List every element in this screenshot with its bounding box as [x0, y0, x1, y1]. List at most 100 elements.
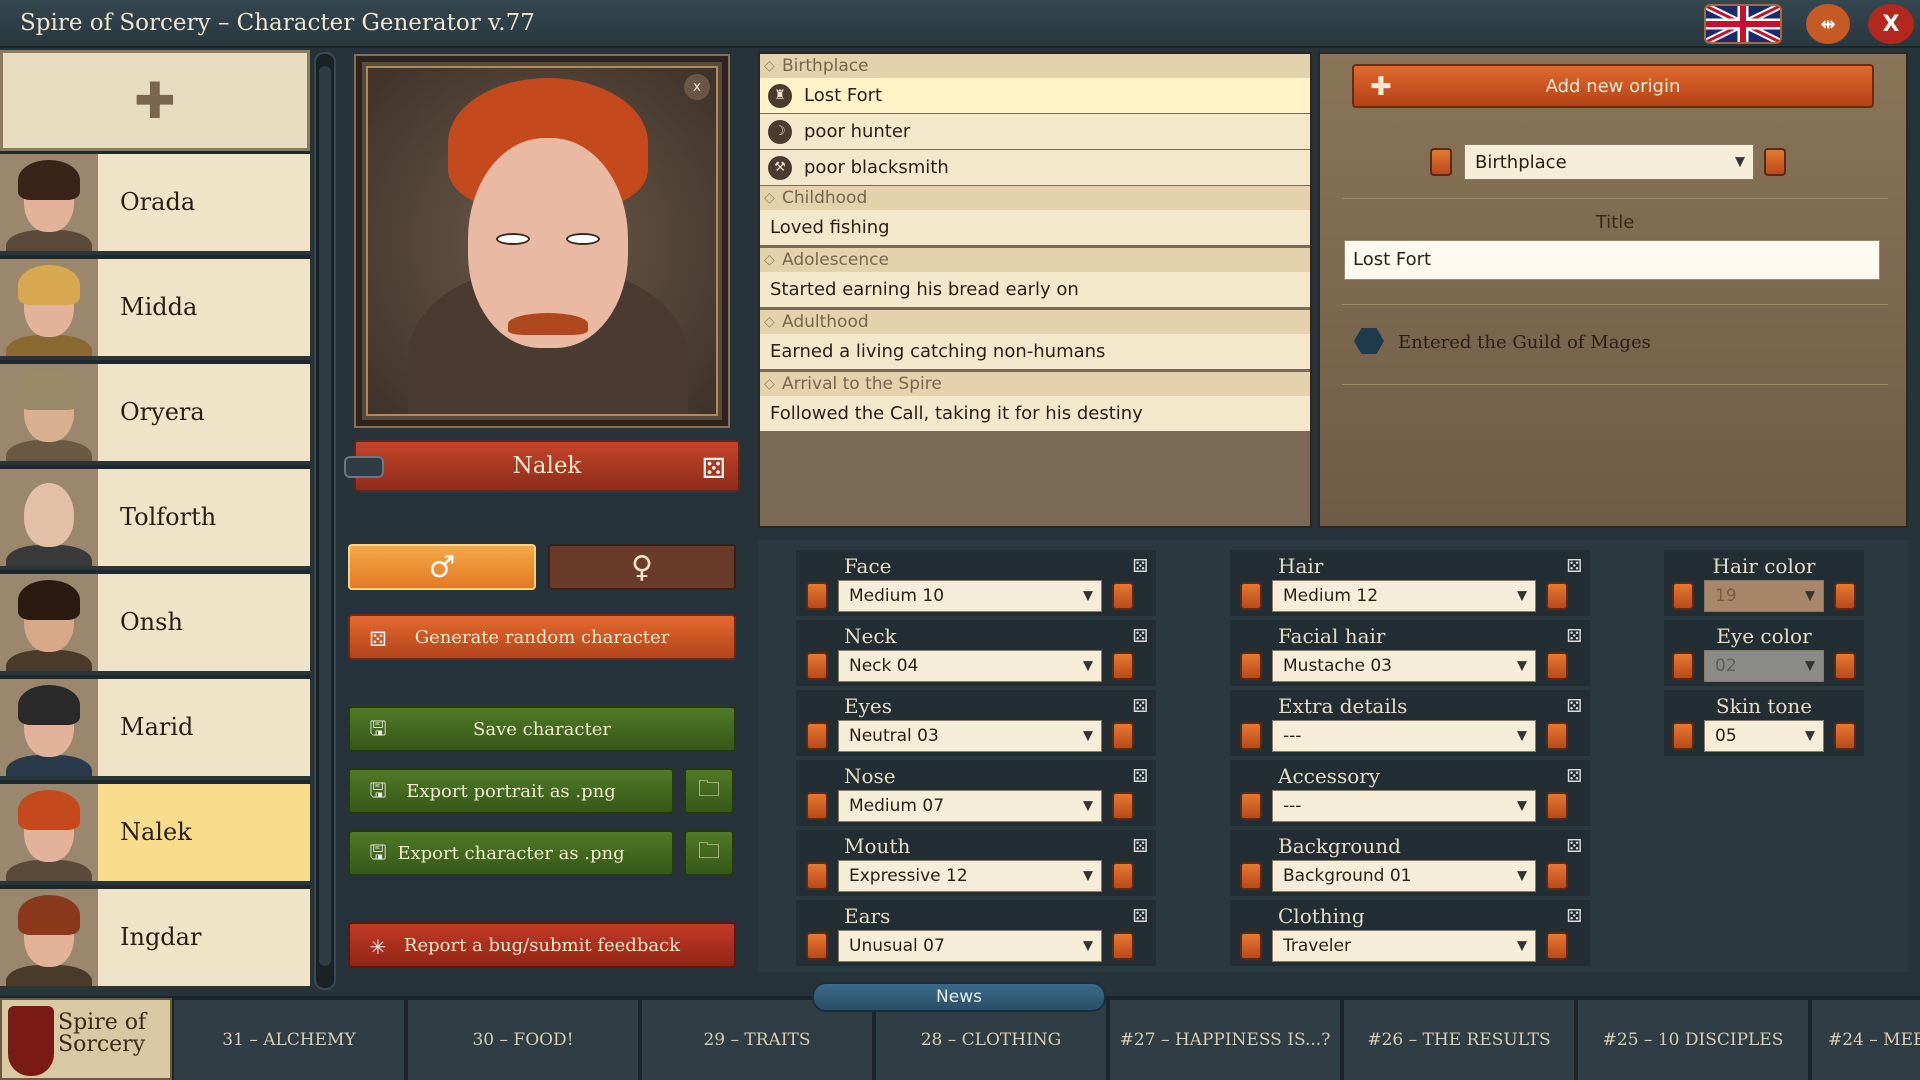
next-arrow[interactable]: [1112, 652, 1134, 680]
prev-arrow[interactable]: [1240, 932, 1262, 960]
dice-icon[interactable]: ⚄: [1566, 626, 1582, 647]
next-arrow[interactable]: [1112, 582, 1134, 610]
background-select[interactable]: Background 01 ▼: [1272, 860, 1536, 892]
next-arrow[interactable]: [1546, 582, 1568, 610]
character-item-marid[interactable]: Marid: [0, 679, 310, 780]
dice-icon[interactable]: ⚄: [1132, 626, 1148, 647]
category-next-arrow[interactable]: [1764, 148, 1786, 176]
nose-select[interactable]: Medium 07 ▼: [838, 790, 1102, 822]
export-character-button[interactable]: 🖫 Export character as .png: [348, 830, 674, 876]
prev-arrow[interactable]: [806, 792, 828, 820]
character-item-nalek[interactable]: Nalek: [0, 784, 310, 885]
report-bug-button[interactable]: ✳ Report a bug/submit feedback: [348, 922, 736, 968]
name-prev-icon[interactable]: [344, 456, 384, 478]
neck-select[interactable]: Neck 04 ▼: [838, 650, 1102, 682]
generate-random-button[interactable]: ⚄ Generate random character: [348, 614, 736, 660]
category-select[interactable]: Birthplace ▼: [1464, 144, 1754, 180]
next-arrow[interactable]: [1834, 652, 1856, 680]
category-prev-arrow[interactable]: [1430, 148, 1452, 176]
mouth-select[interactable]: Expressive 12 ▼: [838, 860, 1102, 892]
prev-arrow[interactable]: [1240, 862, 1262, 890]
ears-select[interactable]: Unusual 07 ▼: [838, 930, 1102, 962]
character-name-bar[interactable]: Nalek ⚄: [344, 440, 740, 492]
prev-arrow[interactable]: [1672, 582, 1694, 610]
eye-color-select[interactable]: 02 ▼: [1704, 650, 1824, 682]
origin-item-selected[interactable]: ♜ Lost Fort: [760, 78, 1310, 113]
clothing-select[interactable]: Traveler ▼: [1272, 930, 1536, 962]
character-item-orada[interactable]: Orada: [0, 154, 310, 255]
origin-item[interactable]: Followed the Call, taking it for his des…: [760, 396, 1310, 431]
dice-icon[interactable]: ⚄: [1566, 556, 1582, 577]
female-button[interactable]: ♀: [548, 544, 736, 590]
dice-icon[interactable]: ⚄: [1566, 906, 1582, 927]
skin-tone-select[interactable]: 05 ▼: [1704, 720, 1824, 752]
next-arrow[interactable]: [1834, 582, 1856, 610]
dice-icon[interactable]: ⚄: [1566, 836, 1582, 857]
dice-icon[interactable]: ⚄: [1132, 766, 1148, 787]
prev-arrow[interactable]: [1240, 582, 1262, 610]
character-list-scrollbar[interactable]: [314, 52, 336, 990]
character-item-oryera[interactable]: Oryera: [0, 364, 310, 465]
next-arrow[interactable]: [1112, 932, 1134, 960]
next-arrow[interactable]: [1546, 792, 1568, 820]
hair-select[interactable]: Medium 12 ▼: [1272, 580, 1536, 612]
dice-icon[interactable]: ⚄: [1566, 766, 1582, 787]
folder-icon-button[interactable]: 🗀: [684, 830, 734, 876]
portrait-close-button[interactable]: x: [684, 74, 710, 100]
next-arrow[interactable]: [1834, 722, 1856, 750]
game-logo[interactable]: Spire of Sorcery: [0, 998, 172, 1080]
prev-arrow[interactable]: [806, 862, 828, 890]
eyes-select[interactable]: Neutral 03 ▼: [838, 720, 1102, 752]
export-portrait-button[interactable]: 🖫 Export portrait as .png: [348, 768, 674, 814]
origin-item[interactable]: ☽ poor hunter: [760, 114, 1310, 149]
accessory-select[interactable]: --- ▼: [1272, 790, 1536, 822]
facial-hair-select[interactable]: Mustache 03 ▼: [1272, 650, 1536, 682]
character-item-onsh[interactable]: Onsh: [0, 574, 310, 675]
prev-arrow[interactable]: [1240, 652, 1262, 680]
next-arrow[interactable]: [1112, 862, 1134, 890]
guild-icon[interactable]: [1354, 328, 1384, 354]
next-arrow[interactable]: [1112, 722, 1134, 750]
news-item[interactable]: #24 – MEET: [1810, 1000, 1920, 1080]
prev-arrow[interactable]: [1672, 722, 1694, 750]
origin-item[interactable]: Started earning his bread early on: [760, 272, 1310, 307]
scrollbar-thumb[interactable]: [319, 66, 331, 966]
origin-item[interactable]: Loved fishing: [760, 210, 1310, 245]
add-character-button[interactable]: ✚: [0, 50, 310, 151]
prev-arrow[interactable]: [1240, 792, 1262, 820]
news-item[interactable]: 30 – FOOD!: [406, 1000, 638, 1080]
dice-icon[interactable]: ⚄: [1566, 696, 1582, 717]
next-arrow[interactable]: [1546, 932, 1568, 960]
origin-item[interactable]: ⚒ poor blacksmith: [760, 150, 1310, 185]
male-button[interactable]: ♂: [348, 544, 536, 590]
news-item[interactable]: 31 – ALCHEMY: [172, 1000, 404, 1080]
dice-icon[interactable]: ⚄: [1132, 836, 1148, 857]
next-arrow[interactable]: [1546, 862, 1568, 890]
dice-icon[interactable]: ⚄: [1132, 696, 1148, 717]
next-arrow[interactable]: [1112, 792, 1134, 820]
prev-arrow[interactable]: [806, 722, 828, 750]
swap-icon-button[interactable]: ⇹: [1806, 4, 1850, 44]
next-arrow[interactable]: [1546, 652, 1568, 680]
title-input[interactable]: Lost Fort: [1344, 240, 1880, 280]
dice-icon[interactable]: ⚄: [702, 452, 726, 485]
dice-icon[interactable]: ⚄: [1132, 906, 1148, 927]
add-origin-button[interactable]: ✚ Add new origin: [1352, 64, 1874, 108]
prev-arrow[interactable]: [806, 652, 828, 680]
close-button[interactable]: X: [1868, 4, 1914, 44]
character-item-tolforth[interactable]: Tolforth: [0, 469, 310, 570]
next-arrow[interactable]: [1546, 722, 1568, 750]
prev-arrow[interactable]: [1672, 652, 1694, 680]
dice-icon[interactable]: ⚄: [1132, 556, 1148, 577]
news-item[interactable]: #25 – 10 DISCIPLES: [1576, 1000, 1808, 1080]
news-item[interactable]: 29 – TRAITS: [640, 1000, 872, 1080]
news-item[interactable]: 28 – CLOTHING: [874, 1000, 1106, 1080]
language-flag-button[interactable]: [1704, 4, 1782, 44]
save-character-button[interactable]: 🖫 Save character: [348, 706, 736, 752]
folder-icon-button[interactable]: 🗀: [684, 768, 734, 814]
character-item-ingdar[interactable]: Ingdar: [0, 889, 310, 990]
news-item[interactable]: #26 – THE RESULTS: [1342, 1000, 1574, 1080]
prev-arrow[interactable]: [806, 582, 828, 610]
face-select[interactable]: Medium 10 ▼: [838, 580, 1102, 612]
news-item[interactable]: #27 – HAPPINESS IS...?: [1108, 1000, 1340, 1080]
